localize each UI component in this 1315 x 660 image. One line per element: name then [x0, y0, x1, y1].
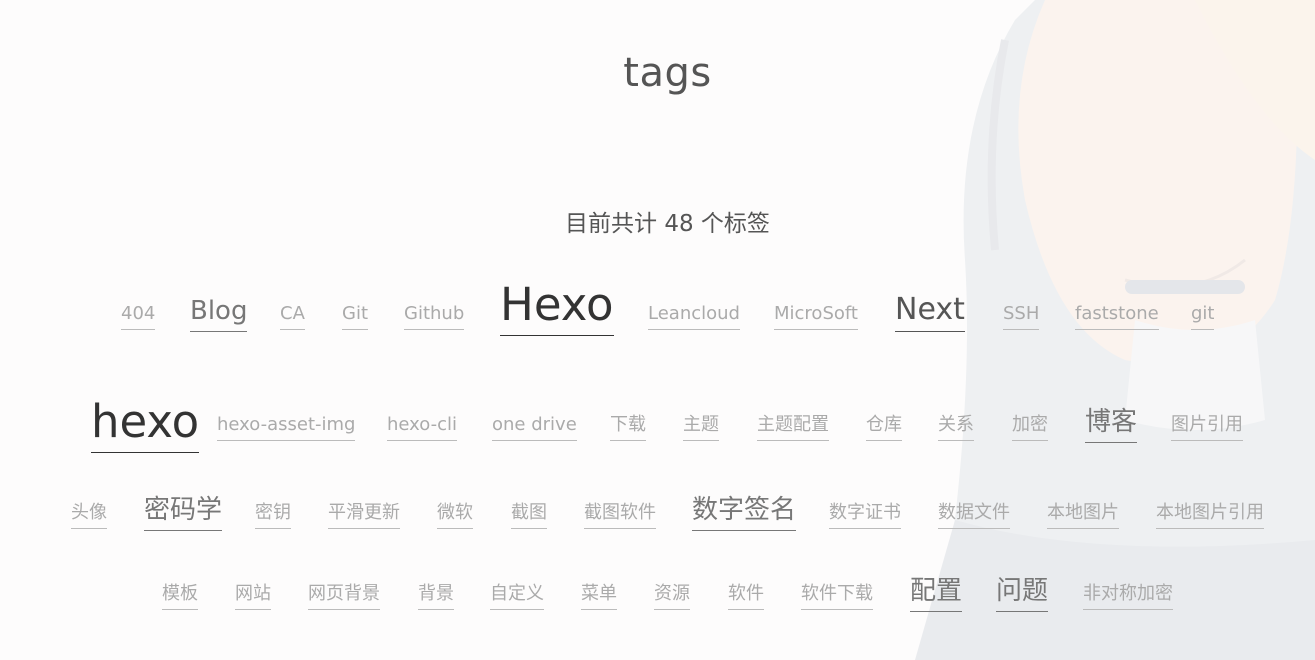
tag-link[interactable]: 本地图片引用: [1156, 503, 1264, 529]
tag-link[interactable]: 本地图片: [1047, 503, 1119, 529]
tag-link[interactable]: 数字签名: [692, 496, 797, 531]
tag-link[interactable]: 数据文件: [938, 503, 1010, 529]
tag-link[interactable]: 仓库: [866, 415, 902, 441]
tag-link[interactable]: 软件下载: [801, 584, 873, 610]
tag-link[interactable]: 截图: [511, 503, 547, 529]
tag-link[interactable]: Hexo: [500, 280, 614, 336]
tag-cloud: 404 Blog CA Git Github Hexo Leancloud Mi…: [0, 0, 1315, 660]
tag-link[interactable]: 密钥: [255, 503, 291, 529]
tag-link[interactable]: 非对称加密: [1083, 584, 1173, 610]
tag-link[interactable]: 数字证书: [829, 503, 901, 529]
tag-link[interactable]: 密码学: [144, 496, 223, 531]
tag-link[interactable]: 加密: [1012, 415, 1048, 441]
tag-link[interactable]: CA: [280, 304, 305, 330]
tag-link[interactable]: 主题: [683, 415, 719, 441]
tag-link[interactable]: 404: [121, 304, 156, 330]
tag-link[interactable]: 网站: [235, 584, 271, 610]
tag-link[interactable]: 博客: [1085, 408, 1138, 443]
tag-link[interactable]: hexo-cli: [387, 415, 458, 441]
tag-link[interactable]: 菜单: [581, 584, 617, 610]
tag-link[interactable]: one drive: [492, 415, 577, 441]
tag-link[interactable]: 截图软件: [584, 503, 656, 529]
tag-link[interactable]: 头像: [71, 503, 107, 529]
tag-link[interactable]: 图片引用: [1171, 415, 1243, 441]
tag-link[interactable]: hexo: [91, 397, 200, 453]
tag-link[interactable]: faststone: [1075, 304, 1159, 330]
tag-link[interactable]: 配置: [910, 577, 963, 612]
tag-link[interactable]: Blog: [190, 297, 248, 332]
tag-link[interactable]: SSH: [1003, 304, 1040, 330]
tag-link[interactable]: 模板: [162, 584, 198, 610]
tag-link[interactable]: Next: [895, 293, 965, 332]
tag-link[interactable]: 自定义: [490, 584, 544, 610]
tag-link[interactable]: MicroSoft: [774, 304, 858, 330]
page: tags 目前共计 48 个标签 404 Blog CA Git Github …: [0, 0, 1315, 660]
tag-link[interactable]: 问题: [996, 577, 1049, 612]
tag-link[interactable]: Git: [342, 304, 369, 330]
tag-link[interactable]: 资源: [654, 584, 690, 610]
tag-link[interactable]: git: [1191, 304, 1215, 330]
tag-link[interactable]: 背景: [418, 584, 454, 610]
tag-link[interactable]: 关系: [938, 415, 974, 441]
tag-link[interactable]: hexo-asset-img: [217, 415, 356, 441]
tag-link[interactable]: Leancloud: [648, 304, 740, 330]
tag-link[interactable]: 主题配置: [757, 415, 829, 441]
tag-link[interactable]: 下载: [610, 415, 646, 441]
tag-link[interactable]: Github: [404, 304, 465, 330]
tag-link[interactable]: 网页背景: [308, 584, 380, 610]
tag-link[interactable]: 平滑更新: [328, 503, 400, 529]
tag-link[interactable]: 微软: [437, 503, 473, 529]
tag-link[interactable]: 软件: [728, 584, 764, 610]
